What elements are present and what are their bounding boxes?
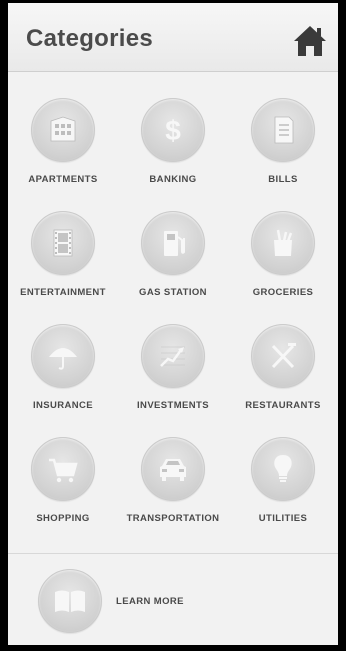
category-transportation[interactable]: TRANSPORTATION	[118, 437, 228, 550]
app-screen: Categories APARTMENTS $ BANKING BILLS EN…	[8, 3, 338, 645]
category-label: APARTMENTS	[28, 174, 98, 185]
category-label: GAS STATION	[139, 287, 207, 298]
home-icon	[294, 26, 326, 56]
category-label: INSURANCE	[32, 400, 94, 411]
category-investments[interactable]: INVESTMENTS	[118, 324, 228, 437]
category-label: RESTAURANTS	[245, 400, 321, 411]
category-grid: APARTMENTS $ BANKING BILLS ENTERTAINMENT…	[8, 98, 338, 550]
car-icon	[141, 437, 205, 501]
category-banking[interactable]: $ BANKING	[118, 98, 228, 211]
building-icon	[31, 98, 95, 162]
fork-knife-icon	[251, 324, 315, 388]
category-utilities[interactable]: UTILITIES	[228, 437, 338, 550]
category-label: UTILITIES	[258, 513, 308, 524]
divider	[8, 553, 338, 554]
category-restaurants[interactable]: RESTAURANTS	[228, 324, 338, 437]
category-label: ENTERTAINMENT	[20, 287, 106, 298]
document-icon	[251, 98, 315, 162]
dollar-icon: $	[141, 98, 205, 162]
category-groceries[interactable]: GROCERIES	[228, 211, 338, 324]
category-label: GROCERIES	[252, 287, 314, 298]
category-label: BANKING	[149, 174, 197, 185]
category-insurance[interactable]: INSURANCE	[8, 324, 118, 437]
umbrella-icon	[31, 324, 95, 388]
svg-text:$: $	[165, 115, 181, 146]
book-icon	[38, 569, 102, 633]
trend-chart-icon	[141, 324, 205, 388]
learn-more-label: LEARN MORE	[116, 595, 184, 607]
film-icon	[31, 211, 95, 275]
home-button[interactable]	[290, 22, 330, 60]
learn-more-button[interactable]: LEARN MORE	[38, 569, 184, 633]
category-gas-station[interactable]: GAS STATION	[118, 211, 228, 324]
category-shopping[interactable]: SHOPPING	[8, 437, 118, 550]
category-label: TRANSPORTATION	[126, 513, 220, 524]
category-entertainment[interactable]: ENTERTAINMENT	[8, 211, 118, 324]
shopping-cart-icon	[31, 437, 95, 501]
category-label: SHOPPING	[36, 513, 90, 524]
lightbulb-icon	[251, 437, 315, 501]
category-bills[interactable]: BILLS	[228, 98, 338, 211]
grocery-bag-icon	[251, 211, 315, 275]
page-title: Categories	[26, 25, 154, 52]
header-bar: Categories	[8, 3, 338, 72]
fuel-pump-icon	[141, 211, 205, 275]
category-label: INVESTMENTS	[137, 400, 209, 411]
category-apartments[interactable]: APARTMENTS	[8, 98, 118, 211]
category-label: BILLS	[268, 174, 298, 185]
